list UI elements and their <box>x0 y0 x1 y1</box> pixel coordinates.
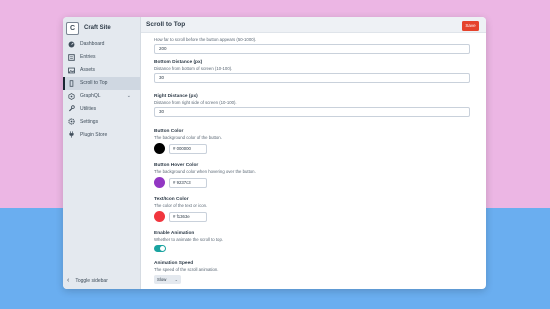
page-title: Scroll to Top <box>146 21 186 28</box>
entries-icon <box>68 54 75 61</box>
bottom-distance-field: Bottom Distance (px) Distance from botto… <box>154 60 470 83</box>
button-hover-color-input[interactable]: # 9237c3 <box>169 177 207 188</box>
text-icon-color-label: Text/Icon Color <box>154 197 189 202</box>
sidebar-item-scroll-to-top[interactable]: Scroll to Top <box>63 76 140 90</box>
site-name: Craft Site <box>84 25 111 31</box>
animation-speed-value: Slow <box>157 277 167 282</box>
text-icon-color-swatch[interactable] <box>154 211 165 222</box>
dashboard-icon <box>68 41 75 48</box>
sidebar-nav: Dashboard Entries Assets Scroll to Top G… <box>63 38 140 141</box>
gear-icon <box>68 118 75 125</box>
toggle-sidebar-label: Toggle sidebar <box>75 277 108 284</box>
assets-icon <box>68 67 75 74</box>
sidebar-item-label: GraphQL <box>80 93 101 99</box>
button-color-input[interactable]: # 000000 <box>169 143 207 154</box>
animation-speed-select[interactable]: Slow ⌄ <box>154 275 181 284</box>
scroll-offset-input[interactable]: 200 <box>154 44 470 54</box>
toggle-knob <box>160 246 165 251</box>
right-distance-hint: Distance from right side of screen (10-1… <box>154 100 237 105</box>
sidebar-item-label: Plugin Store <box>80 131 108 138</box>
wrench-icon <box>68 105 75 112</box>
sidebar-item-entries[interactable]: Entries <box>63 51 140 64</box>
enable-animation-toggle[interactable] <box>154 245 166 252</box>
bottom-distance-input[interactable]: 30 <box>154 73 470 83</box>
button-hover-color-swatch[interactable] <box>154 177 165 188</box>
right-distance-label: Right Distance (px) <box>154 94 198 99</box>
enable-animation-hint: Whether to animate the scroll to top. <box>154 237 224 242</box>
enable-animation-field: Enable Animation Whether to animate the … <box>154 231 470 252</box>
right-distance-field: Right Distance (px) Distance from right … <box>154 94 470 117</box>
sidebar-item-settings[interactable]: Settings <box>63 115 140 128</box>
chevron-down-icon[interactable]: ⌄ <box>127 93 131 99</box>
text-icon-color-field: Text/Icon Color The color of the text or… <box>154 197 470 222</box>
sidebar-item-label: Utilities <box>80 105 97 112</box>
site-switcher[interactable]: C Craft Site <box>66 21 111 35</box>
bottom-distance-hint: Distance from bottom of screen (10-100). <box>154 66 233 71</box>
animation-speed-field: Animation Speed The speed of the scroll … <box>154 261 470 284</box>
enable-animation-label: Enable Animation <box>154 231 195 236</box>
sidebar: C Craft Site Dashboard Entries Assets Sc… <box>63 17 141 289</box>
text-icon-color-input[interactable]: # f1363e <box>169 211 207 222</box>
scroll-offset-field: How far to scroll before the button appe… <box>154 36 470 54</box>
button-color-swatch[interactable] <box>154 143 165 154</box>
app-window: C Craft Site Dashboard Entries Assets Sc… <box>63 17 486 289</box>
scroll-to-top-icon <box>68 79 75 87</box>
sidebar-item-label: Assets <box>80 67 96 74</box>
sidebar-item-plugin-store[interactable]: Plugin Store <box>63 128 140 141</box>
toggle-sidebar-button[interactable]: ‹ Toggle sidebar <box>67 277 108 284</box>
sidebar-item-assets[interactable]: Assets <box>63 64 140 77</box>
sidebar-item-label: Entries <box>80 54 96 61</box>
site-logo: C <box>66 21 79 35</box>
sidebar-item-dashboard[interactable]: Dashboard <box>63 38 140 51</box>
sidebar-item-graphql[interactable]: GraphQL ⌄ <box>63 90 140 103</box>
graphql-icon <box>68 92 75 100</box>
page-header: Scroll to Top Save <box>141 17 486 33</box>
right-distance-input[interactable]: 30 <box>154 107 470 117</box>
chevron-left-icon: ‹ <box>67 277 70 284</box>
plug-icon <box>68 131 75 138</box>
animation-speed-label: Animation Speed <box>154 261 194 266</box>
save-button[interactable]: Save <box>462 21 479 31</box>
sidebar-item-label: Scroll to Top <box>80 80 108 87</box>
button-hover-color-hint: The background color when hovering over … <box>154 169 256 174</box>
button-hover-color-field: Button Hover Color The background color … <box>154 163 470 188</box>
button-color-field: Button Color The background color of the… <box>154 129 470 154</box>
sidebar-item-utilities[interactable]: Utilities <box>63 102 140 115</box>
text-icon-color-hint: The color of the text or icon. <box>154 203 208 208</box>
button-color-label: Button Color <box>154 129 184 134</box>
scroll-offset-hint: How far to scroll before the button appe… <box>154 37 257 42</box>
bottom-distance-label: Bottom Distance (px) <box>154 60 203 65</box>
sidebar-item-label: Dashboard <box>80 41 105 48</box>
chevron-down-icon: ⌄ <box>174 277 178 282</box>
sidebar-item-label: Settings <box>80 118 99 125</box>
button-hover-color-label: Button Hover Color <box>154 163 199 168</box>
button-color-hint: The background color of the button. <box>154 135 222 140</box>
settings-form: How far to scroll before the button appe… <box>154 32 472 289</box>
animation-speed-hint: The speed of the scroll animation. <box>154 267 219 272</box>
